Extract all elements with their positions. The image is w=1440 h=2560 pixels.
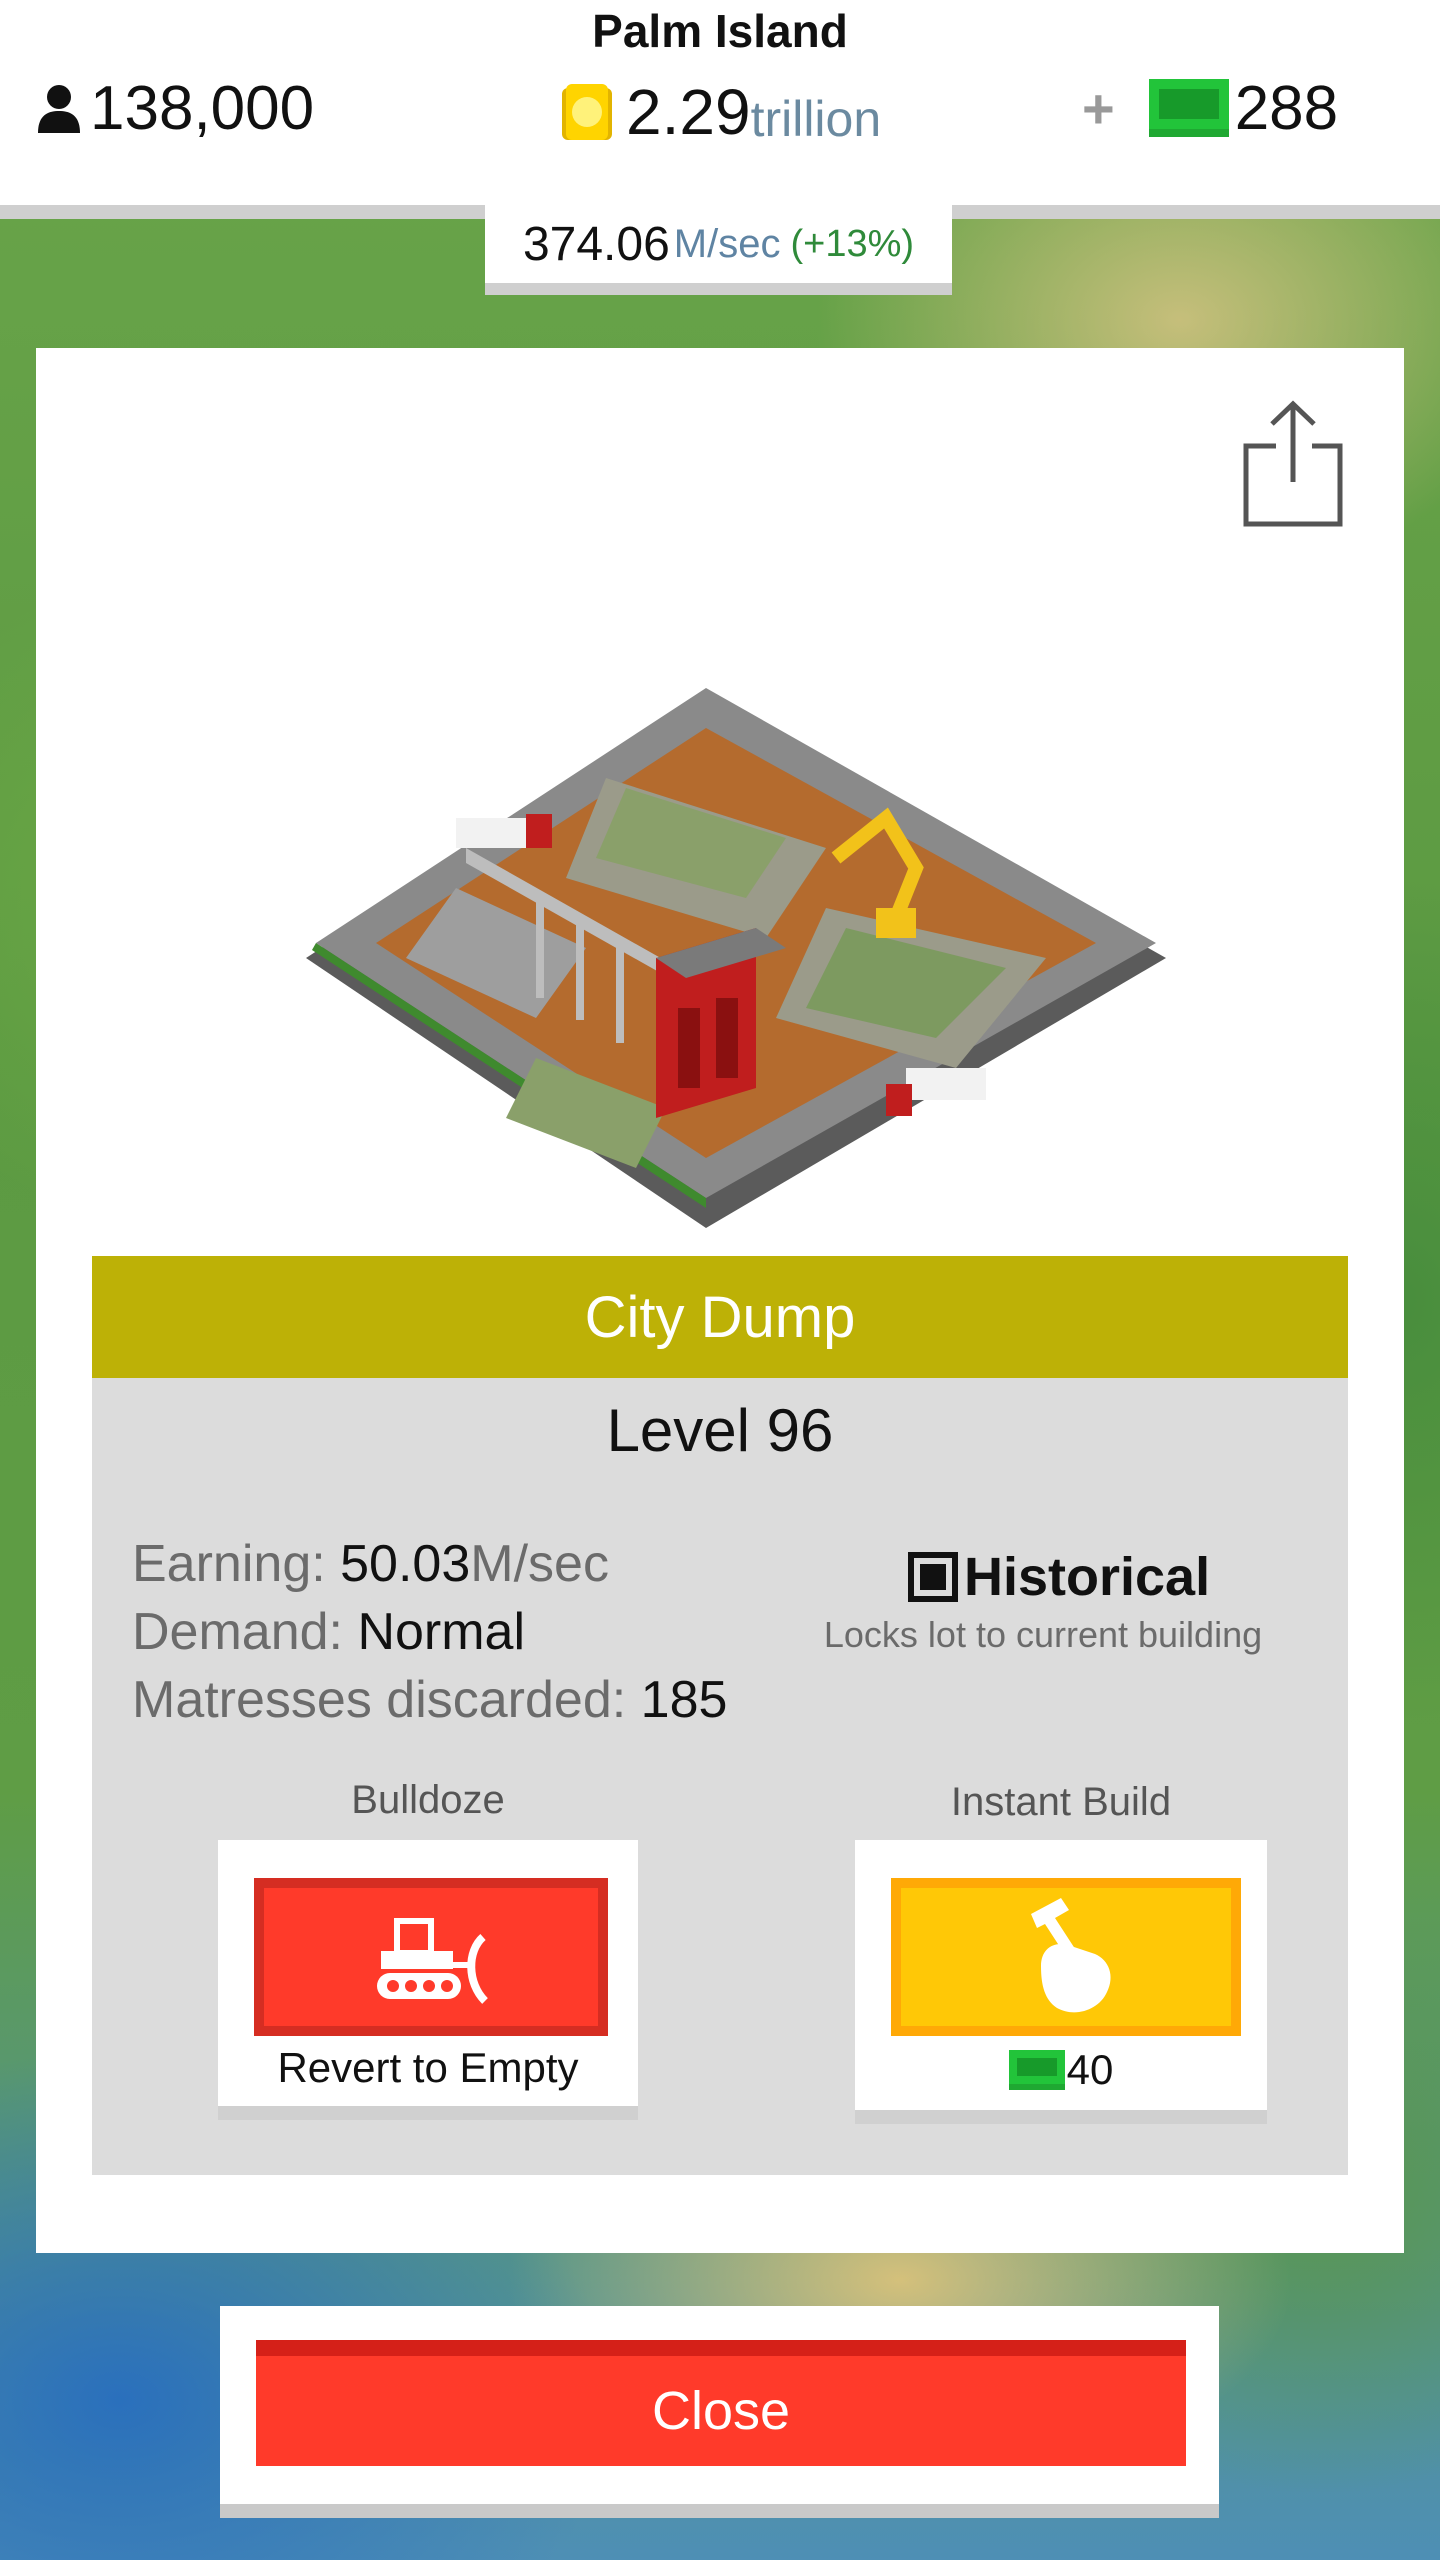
demand-value: Normal [357, 1603, 526, 1661]
historical-description: Locks lot to current building [823, 1614, 1263, 1655]
demand-label: Demand: [132, 1603, 358, 1661]
building-name: City Dump [584, 1284, 856, 1350]
building-info-panel: Level 96 Earning: 50.03M/sec Demand: Nor… [92, 1378, 1348, 2175]
historical-label: Historical [964, 1547, 1211, 1607]
building-detail-card: City Dump Level 96 Earning: 50.03M/sec D… [36, 348, 1404, 2253]
historical-toggle[interactable]: Historical Locks lot to current building [812, 1546, 1282, 1656]
earning-label: Earning: [132, 1535, 341, 1593]
building-level: Level 96 [606, 1397, 834, 1464]
island-name: Palm Island [592, 5, 848, 57]
matresses-label: Matresses discarded: [132, 1671, 641, 1729]
gems-counter[interactable]: + 288 [1082, 72, 1338, 144]
top-status-bar: Palm Island 138,000 2.29 trillion + 288 [0, 0, 1440, 205]
instant-build-cost: 40 [855, 2046, 1267, 2094]
income-rate-tab: 374.06 M/sec (+13%) [485, 205, 952, 295]
demand-stat: Demand: Normal [132, 1598, 727, 1666]
matresses-value: 185 [640, 1671, 728, 1729]
coins-unit: trillion [750, 91, 882, 147]
matresses-stat: Matresses discarded: 185 [132, 1666, 727, 1734]
close-button-container: Close [220, 2306, 1219, 2518]
close-label: Close [651, 2381, 791, 2441]
instant-build-title: Instant Build [950, 1780, 1172, 1824]
buy-gems-plus[interactable]: + [1082, 76, 1115, 141]
income-unit: M/sec [673, 221, 781, 266]
green-bill-icon [1008, 2050, 1065, 2090]
instant-build-button[interactable] [891, 1878, 1241, 2036]
earning-stat: Earning: 50.03M/sec [132, 1530, 727, 1598]
population-counter: 138,000 [36, 72, 314, 144]
income-change: (+13%) [790, 222, 915, 265]
city-dump-building-illustration [306, 688, 1166, 1228]
bulldozer-icon [377, 1918, 489, 2004]
gems-value: 288 [1234, 73, 1339, 143]
coins-counter: 2.29 trillion [558, 72, 881, 152]
instant-build-card: 40 [855, 1840, 1267, 2124]
population-value: 138,000 [90, 73, 315, 143]
historical-checkbox[interactable] [908, 1552, 958, 1602]
green-bill-icon [1148, 79, 1229, 137]
coins-value: 2.29 [626, 76, 751, 148]
bulldoze-button[interactable] [254, 1878, 608, 2036]
bulldoze-title: Bulldoze [351, 1778, 505, 1822]
share-icon[interactable] [1240, 398, 1350, 530]
earning-value: 50.03 [340, 1535, 471, 1593]
hammer-hand-icon [1031, 1898, 1111, 2013]
bulldoze-card: Revert to Empty [218, 1840, 638, 2120]
building-title-bar: City Dump [92, 1256, 1348, 1378]
income-value: 374.06 [522, 217, 670, 271]
person-icon [38, 85, 80, 133]
close-button[interactable]: Close [256, 2340, 1186, 2466]
revert-to-empty-label: Revert to Empty [277, 2044, 579, 2091]
earning-unit: M/sec [470, 1535, 609, 1593]
building-stats: Earning: 50.03M/sec Demand: Normal Matre… [132, 1530, 727, 1734]
coin-icon [562, 84, 612, 140]
instant-build-cost-value: 40 [1066, 2046, 1114, 2093]
